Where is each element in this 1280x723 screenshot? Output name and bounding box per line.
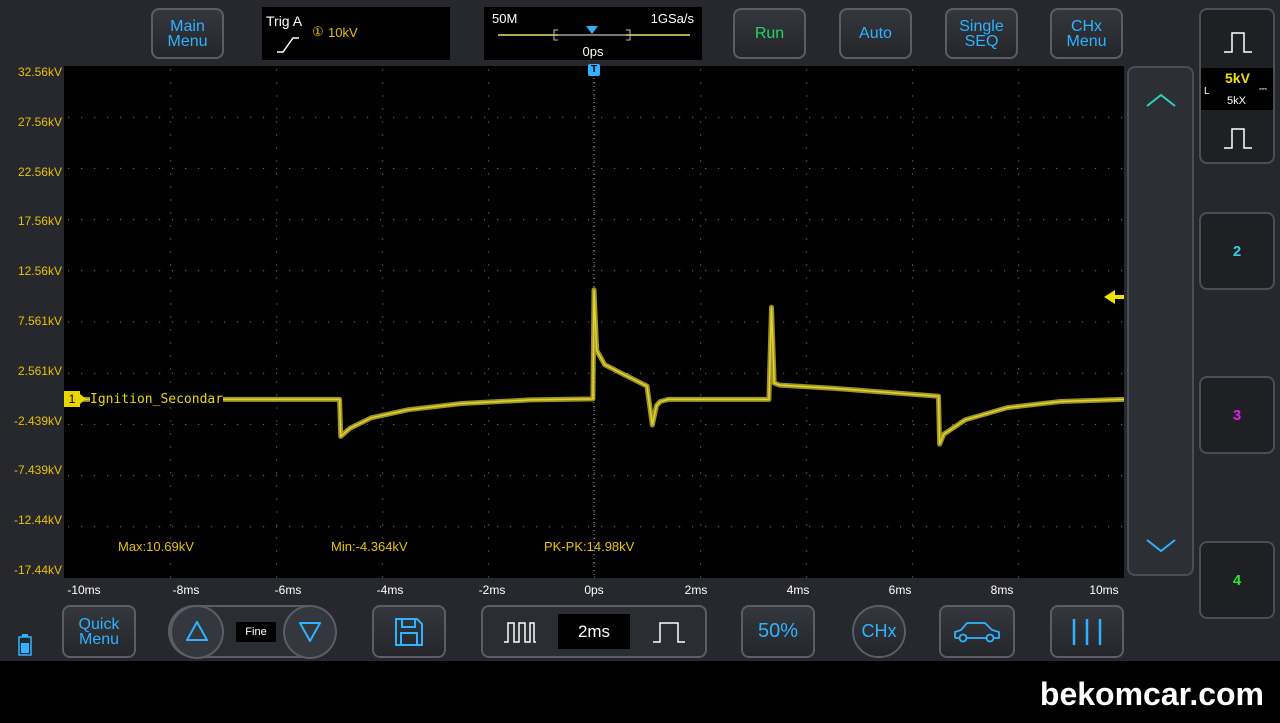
fifty-percent-button[interactable]: 50%	[741, 605, 815, 658]
watermark-text: bekomcar.com	[1039, 676, 1264, 712]
main-menu-button[interactable]: Main Menu	[151, 8, 224, 59]
timebase-control[interactable]: 2ms	[481, 605, 707, 658]
channel-1-badge: 1	[64, 390, 80, 407]
triangle-down-icon	[299, 622, 321, 642]
channel-3-button[interactable]: 3	[1199, 376, 1275, 454]
vertical-scale-scroller[interactable]	[1127, 66, 1194, 576]
sample-rate: 1GSa/s	[650, 11, 694, 26]
y-tick-label: 7.561kV	[17, 314, 62, 328]
max-measurement: Max:10.69kV	[118, 539, 194, 554]
min-measurement: Min:-4.364kV	[331, 539, 408, 554]
timebase-increase-button[interactable]	[632, 607, 705, 656]
channel-1-control[interactable]: 5kV L 5kX ⎓	[1199, 8, 1275, 164]
save-button[interactable]	[372, 605, 446, 658]
trigger-level: 10kV	[328, 25, 358, 40]
oscilloscope-app: Main Menu Trig A ① 10kV 50M 1GSa/s 0ps R…	[0, 0, 1280, 661]
chevron-down-icon[interactable]	[1145, 538, 1177, 554]
compressed-pulse-icon	[503, 621, 536, 643]
fine-toggle[interactable]: Fine	[236, 622, 276, 642]
waveform-display[interactable]: Max:10.69kV Min:-4.364kV PK-PK:14.98kV	[64, 66, 1124, 578]
y-tick-label: -7.439kV	[13, 463, 62, 478]
pkpk-measurement: PK-PK:14.98kV	[544, 539, 635, 554]
y-tick-label: -2.439kV	[13, 413, 62, 428]
save-icon	[395, 617, 423, 646]
x-tick-label: -8ms	[172, 583, 200, 597]
trigger-position-marker[interactable]: T	[588, 64, 600, 76]
x-tick-label: 8ms	[990, 583, 1014, 597]
timebase-decrease-button[interactable]	[483, 607, 556, 656]
pulse-icon	[1224, 32, 1252, 53]
waveform-plot[interactable]	[64, 66, 1124, 578]
coupling-mode: L	[1204, 86, 1210, 97]
x-tick-label: 6ms	[888, 583, 912, 597]
battery-icon	[18, 634, 32, 656]
y-tick-label: 17.56kV	[17, 214, 62, 229]
channel-4-button[interactable]: 4	[1199, 541, 1275, 619]
channel-arrow-icon	[80, 393, 86, 404]
x-tick-label: 2ms	[684, 583, 708, 597]
chx-button[interactable]: CHx	[852, 605, 906, 658]
delay-value: 0ps	[582, 44, 604, 59]
y-tick-label: 22.56kV	[17, 164, 62, 179]
x-tick-label: -10ms	[67, 583, 101, 597]
run-button[interactable]: Run	[733, 8, 806, 59]
y-tick-label: -17.44kV	[13, 563, 62, 577]
scale-up-button[interactable]	[170, 605, 224, 659]
y-tick-label: 32.56kV	[17, 65, 62, 79]
cursor-button[interactable]	[1050, 605, 1124, 658]
chevron-up-icon[interactable]	[1145, 92, 1177, 108]
dc-coupling-icon: ⎓	[1259, 84, 1267, 95]
y-tick-label: 2.561kV	[17, 363, 62, 378]
car-icon	[954, 621, 1000, 642]
trigger-level-arrow-icon[interactable]	[1103, 289, 1125, 305]
vehicle-button[interactable]	[939, 605, 1015, 658]
memory-depth: 50M	[492, 11, 518, 26]
single-seq-button[interactable]: Single SEQ	[945, 8, 1018, 59]
probe-ratio: 5kX	[1227, 95, 1246, 107]
channel-name-label: Ignition_Secondar	[90, 392, 224, 407]
trigger-label: Trig A	[266, 13, 303, 29]
volts-per-div: 5kV	[1225, 70, 1250, 86]
triangle-up-icon	[186, 621, 208, 641]
vertical-adjust-control[interactable]: Fine	[168, 605, 337, 659]
vertical-bars-icon	[1072, 618, 1102, 645]
channel-1-scale[interactable]: 5kV L 5kX ⎓	[1201, 68, 1273, 110]
trigger-source: ①	[312, 24, 324, 39]
x-tick-label: -6ms	[274, 583, 302, 597]
channel-1-marker[interactable]: 1	[64, 390, 86, 407]
wide-pulse-icon	[652, 621, 685, 643]
rising-edge-icon	[277, 37, 299, 53]
scale-down-button[interactable]	[283, 605, 337, 659]
channel-2-button[interactable]: 2	[1199, 212, 1275, 290]
timebase-position-bar	[498, 26, 690, 41]
x-tick-label: -4ms	[376, 583, 404, 597]
timebase-panel[interactable]: 50M 1GSa/s 0ps	[484, 7, 702, 60]
timebase-value: 2ms	[558, 614, 630, 649]
x-tick-label: 10ms	[1089, 583, 1119, 597]
x-tick-label: 0ps	[584, 583, 604, 597]
auto-button[interactable]: Auto	[839, 8, 912, 59]
y-tick-label: -12.44kV	[13, 513, 62, 528]
x-tick-label: -2ms	[478, 583, 506, 597]
trigger-panel[interactable]: Trig A ① 10kV	[262, 7, 450, 60]
x-tick-label: 4ms	[786, 583, 810, 597]
pulse-icon	[1224, 128, 1252, 149]
chx-menu-button[interactable]: CHx Menu	[1050, 8, 1123, 59]
y-tick-label: 27.56kV	[17, 114, 62, 129]
quick-menu-button[interactable]: Quick Menu	[62, 605, 136, 658]
y-tick-label: 12.56kV	[17, 264, 62, 279]
